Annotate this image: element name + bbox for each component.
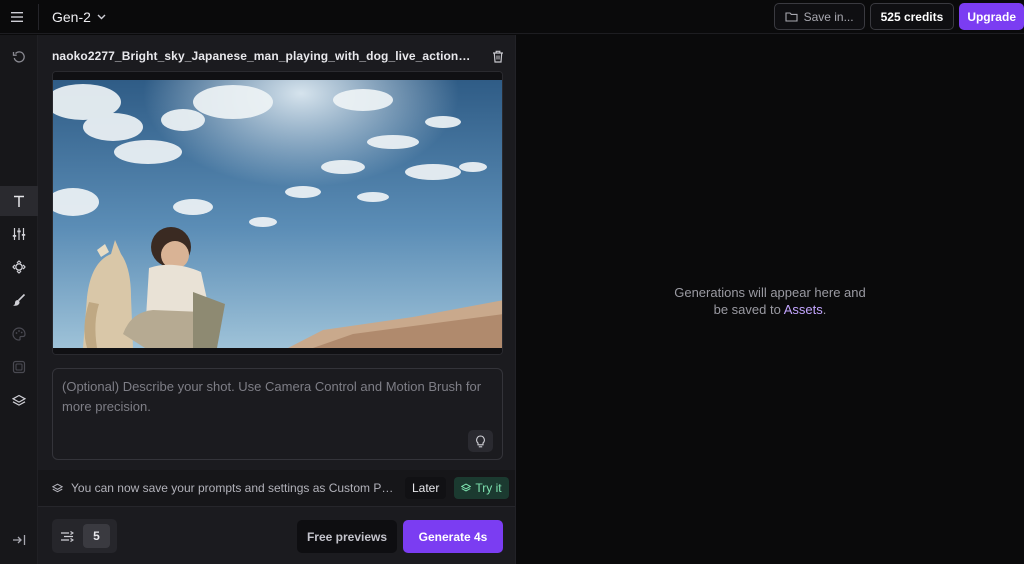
try-it-button[interactable]: Try it — [454, 477, 509, 499]
file-row: naoko2277_Bright_sky_Japanese_man_playin… — [52, 47, 504, 65]
collapse-icon — [13, 535, 26, 545]
later-button[interactable]: Later — [405, 477, 447, 499]
bottom-divider — [38, 506, 515, 507]
folder-icon — [785, 12, 798, 22]
rail-item-collapse[interactable] — [0, 525, 38, 555]
empty-state-suffix: . — [822, 302, 827, 317]
motion-settings-icon — [61, 530, 74, 542]
tool-rail — [0, 35, 38, 564]
notice-text: You can now save your prompts and settin… — [71, 481, 397, 495]
rail-item-text[interactable] — [0, 186, 38, 216]
generate-label: Generate 4s — [418, 529, 488, 544]
upgrade-button[interactable]: Upgrade — [959, 3, 1024, 30]
top-bar: Gen-2 Save in... 525 credits Upgrade — [0, 0, 1024, 34]
model-selector[interactable]: Gen-2 — [52, 7, 106, 27]
header-divider — [38, 4, 39, 30]
undo-icon — [12, 51, 25, 63]
credits-button[interactable]: 525 credits — [869, 3, 955, 30]
generation-settings-button[interactable]: 5 — [52, 519, 117, 553]
trash-icon[interactable] — [492, 50, 504, 63]
layers-icon — [52, 483, 63, 492]
free-previews-button[interactable]: Free previews — [297, 520, 397, 553]
presets-notice: You can now save your prompts and settin… — [38, 470, 515, 506]
rail-item-style[interactable] — [0, 319, 38, 349]
motion-brush-icon — [13, 293, 26, 306]
save-in-button[interactable]: Save in... — [773, 3, 865, 30]
empty-state-line2: be saved to Assets. — [516, 301, 1024, 318]
palette-icon — [12, 327, 26, 341]
try-it-label: Try it — [475, 481, 502, 495]
generate-button[interactable]: Generate 4s — [403, 520, 503, 553]
settings-count: 5 — [83, 524, 110, 548]
file-name: naoko2277_Bright_sky_Japanese_man_playin… — [52, 49, 472, 63]
rail-item-camera-control[interactable] — [0, 252, 38, 282]
empty-state-line1: Generations will appear here and — [674, 285, 866, 300]
later-label: Later — [412, 481, 440, 495]
layers-icon — [461, 483, 472, 492]
uploaded-image-frame[interactable] — [52, 71, 503, 355]
rail-item-settings[interactable] — [0, 219, 38, 249]
free-previews-label: Free previews — [306, 529, 388, 544]
text-icon — [14, 195, 24, 207]
lightbulb-icon — [476, 434, 485, 447]
save-in-label: Save in... — [803, 9, 854, 24]
layers-icon — [12, 394, 26, 406]
sliders-icon — [12, 228, 26, 240]
camera-control-icon — [12, 260, 26, 274]
empty-state-prefix: be saved to — [713, 302, 784, 317]
upgrade-label: Upgrade — [967, 9, 1016, 24]
rail-item-undo[interactable] — [0, 42, 38, 72]
uploaded-image — [53, 72, 502, 354]
rail-item-presets[interactable] — [0, 386, 38, 416]
rail-item-motion-brush[interactable] — [0, 285, 38, 315]
menu-button[interactable] — [6, 6, 28, 28]
prompt-box — [52, 368, 503, 460]
header-actions: Save in... 525 credits Upgrade — [773, 3, 1024, 30]
generation-panel: naoko2277_Bright_sky_Japanese_man_playin… — [38, 35, 516, 564]
assets-link[interactable]: Assets — [784, 302, 823, 317]
rail-item-frame[interactable] — [0, 352, 38, 382]
empty-state-message: Generations will appear here and be save… — [516, 284, 1024, 318]
frame-icon — [12, 360, 26, 374]
app-title: Gen-2 — [52, 9, 91, 25]
hamburger-icon — [11, 12, 23, 22]
chevron-down-icon — [97, 14, 106, 20]
prompt-input[interactable] — [62, 377, 492, 427]
prompt-ideas-button[interactable] — [468, 430, 493, 452]
credits-label: 525 credits — [880, 9, 944, 24]
